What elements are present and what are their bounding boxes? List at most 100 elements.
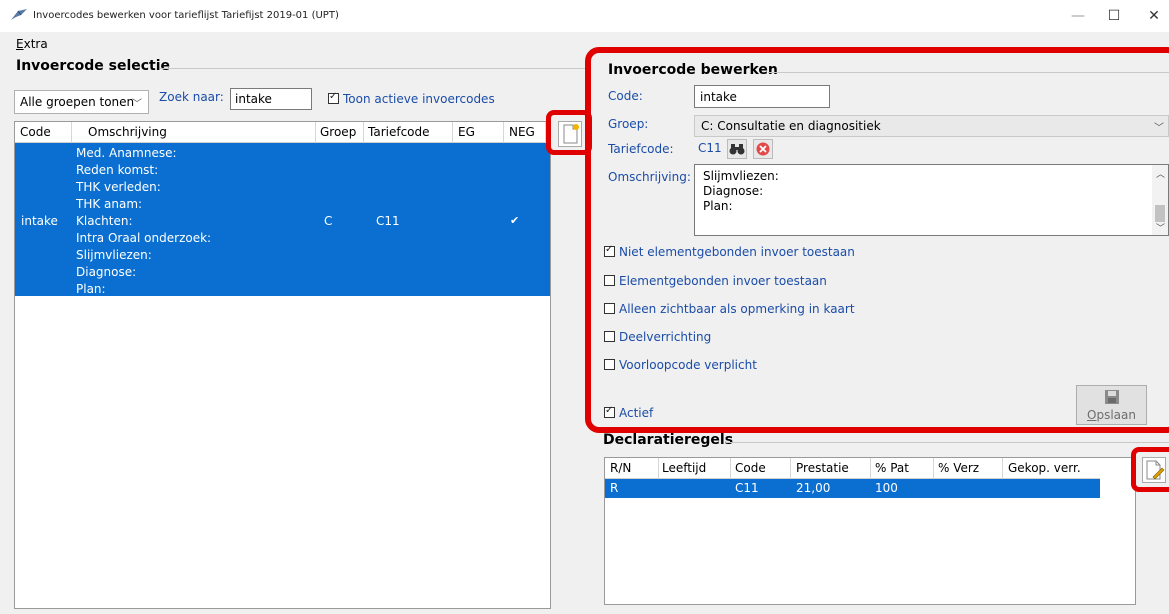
remove-icon (756, 142, 770, 156)
cell-description-line: Intra Oraal onderzoek: (76, 231, 212, 245)
column-header-groep[interactable]: Groep (320, 125, 356, 139)
binoculars-icon (729, 144, 745, 155)
column-header-omschrijving[interactable]: Omschrijving (88, 125, 167, 139)
table-header: Code Omschrijving Groep Tariefcode EG NE… (15, 122, 550, 143)
window-title: Invoercodes bewerken voor tarieflijst Ta… (33, 10, 339, 21)
app-icon (11, 9, 27, 20)
omschrijving-line: Slijmvliezen: (703, 169, 779, 183)
column-header-leeftijd[interactable]: Leeftijd (662, 461, 706, 475)
search-label: Zoek naar: (159, 90, 224, 104)
checkbox-icon (604, 359, 615, 370)
scroll-down-icon[interactable]: ﹀ (1156, 221, 1165, 234)
cell-pat: 100 (875, 481, 898, 495)
cell-description-line: Slijmvliezen: (76, 248, 152, 262)
active-only-checkbox[interactable]: Toon actieve invoercodes (328, 91, 495, 106)
omschrijving-line: Diagnose: (703, 184, 764, 198)
option-label: Niet elementgebonden invoer toestaan (619, 245, 855, 259)
cell-description-line: Plan: (76, 282, 106, 296)
chevron-down-icon: ﹀ (132, 99, 142, 110)
column-header-prestatie[interactable]: Prestatie (796, 461, 849, 475)
floppy-disk-icon (1104, 390, 1119, 404)
cell-code: C11 (735, 481, 759, 495)
title-bar: Invoercodes bewerken voor tarieflijst Ta… (0, 0, 1169, 32)
option-elementgebonden[interactable]: Elementgebonden invoer toestaan (604, 274, 827, 288)
declaratie-table[interactable]: R/N Leeftijd Code Prestatie % Pat % Verz… (604, 457, 1136, 605)
edit-title: Invoercode bewerken (608, 62, 778, 78)
checkbox-icon (604, 303, 615, 314)
cell-description-line: Diagnose: (76, 265, 137, 279)
scrollbar-thumb[interactable] (1155, 205, 1165, 222)
highlight-box-edit-button (1131, 447, 1169, 492)
omschrijving-label: Omschrijving: (608, 170, 691, 184)
cell-code: intake (21, 214, 58, 228)
edit-separator (768, 72, 1169, 73)
highlight-box-edit-panel (585, 47, 1169, 433)
table-row[interactable]: intake Med. Anamnese: Reden komst: THK v… (15, 143, 550, 296)
column-header-code[interactable]: Code (20, 125, 51, 139)
option-label: Deelverrichting (619, 330, 712, 344)
column-header-eg[interactable]: EG (458, 125, 475, 139)
groep-value: C: Consultatie en diagnositiek (701, 119, 881, 133)
option-label: Alleen zichtbaar als opmerking in kaart (619, 302, 855, 316)
option-label: Elementgebonden invoer toestaan (619, 274, 827, 288)
selection-separator (160, 68, 586, 69)
save-button[interactable]: Opslaan (1076, 385, 1147, 425)
option-label: Voorloopcode verplicht (619, 358, 757, 372)
cell-tariefcode: C11 (376, 214, 400, 228)
scroll-up-icon[interactable]: ︿ (1156, 167, 1165, 180)
column-header-pat[interactable]: % Pat (875, 461, 909, 475)
checkbox-checked-icon (604, 244, 615, 257)
declaratie-title: Declaratieregels (603, 432, 734, 448)
omschrijving-textarea[interactable]: Slijmvliezen: Diagnose: Plan: (694, 164, 1169, 236)
cell-description-line: Klachten: (76, 214, 133, 228)
cell-description-line: THK verleden: (76, 180, 161, 194)
column-header-neg[interactable]: NEG (509, 125, 535, 139)
active-only-label: Toon actieve invoercodes (343, 92, 495, 106)
cell-description-line: Med. Anamnese: (76, 146, 177, 160)
cell-prestatie: 21,00 (796, 481, 831, 495)
check-icon: ✔ (510, 214, 520, 227)
cell-groep: C (324, 214, 333, 228)
groep-label: Groep: (608, 117, 649, 131)
checkbox-icon (604, 331, 615, 342)
groep-select[interactable]: C: Consultatie en diagnositiek ﹀ (694, 115, 1169, 137)
tariefcode-value: C11 (698, 141, 722, 155)
column-header-gekop[interactable]: Gekop. verr. (1008, 461, 1081, 475)
binoculars-search-button[interactable] (727, 139, 747, 159)
search-input[interactable] (230, 88, 312, 110)
column-header-verz[interactable]: % Verz (938, 461, 979, 475)
code-label: Code: (608, 89, 643, 103)
cell-rn: R (610, 481, 619, 495)
selection-title: Invoercode selectie (16, 58, 171, 74)
declaratie-separator (726, 442, 1169, 443)
chevron-down-icon: ﹀ (1154, 123, 1164, 134)
column-header-code[interactable]: Code (735, 461, 766, 475)
option-voorloopcode[interactable]: Voorloopcode verplicht (604, 358, 757, 372)
checkbox-checked-icon (328, 91, 339, 104)
column-header-tariefcode[interactable]: Tariefcode (368, 125, 430, 139)
group-filter-select[interactable]: Alle groepen tonen ﹀ (14, 90, 149, 114)
save-label: pslaan (1096, 408, 1136, 422)
option-alleen-zichtbaar[interactable]: Alleen zichtbaar als opmerking in kaart (604, 302, 855, 316)
cell-description-line: Reden komst: (76, 163, 159, 177)
close-button[interactable]: ✕ (1131, 0, 1169, 32)
checkbox-checked-icon (604, 405, 615, 418)
omschrijving-scrollbar[interactable]: ︿ ﹀ (1152, 165, 1168, 235)
column-header-rn[interactable]: R/N (610, 461, 631, 475)
code-field[interactable]: intake (694, 85, 830, 108)
tariefcode-label: Tariefcode: (608, 142, 674, 156)
invoercode-table[interactable]: Code Omschrijving Groep Tariefcode EG NE… (14, 121, 551, 609)
actief-label: Actief (619, 406, 654, 420)
checkbox-icon (604, 275, 615, 286)
actief-checkbox[interactable]: Actief (604, 405, 654, 420)
omschrijving-line: Plan: (703, 199, 733, 213)
table-header: R/N Leeftijd Code Prestatie % Pat % Verz… (605, 458, 1100, 479)
option-niet-elementgebonden[interactable]: Niet elementgebonden invoer toestaan (604, 244, 855, 259)
menu-extra-mnemonic: E (16, 37, 24, 51)
menu-extra[interactable]: Extra (16, 37, 48, 51)
option-deelverrichting[interactable]: Deelverrichting (604, 330, 711, 344)
table-row[interactable]: R C11 21,00 100 (605, 479, 1100, 498)
clear-tariefcode-button[interactable] (753, 139, 773, 159)
cell-description-line: THK anam: (76, 197, 143, 211)
group-filter-value: Alle groepen tonen (20, 95, 135, 109)
